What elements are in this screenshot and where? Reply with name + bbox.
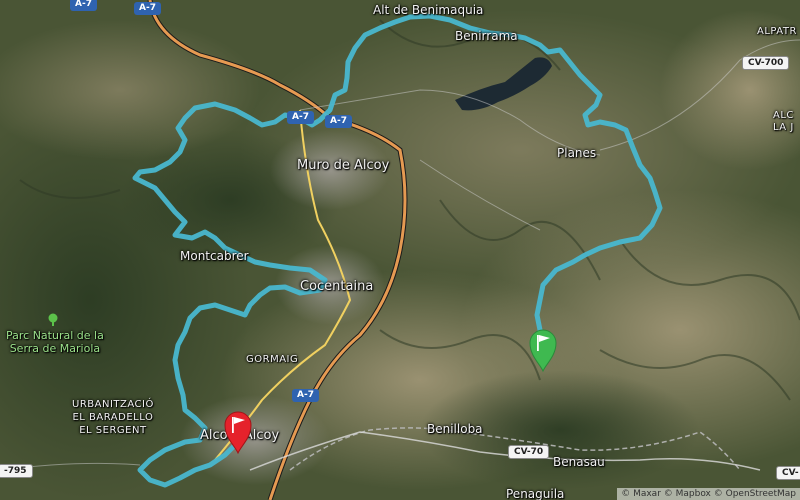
place-alcala: ALC LA J [773,110,794,133]
road-shield-cv70: CV-70 [508,445,550,459]
place-parc-natural: Parc Natural de la Serra de Mariola [6,329,104,355]
place-planes: Planes [557,146,597,160]
route-start-marker[interactable] [528,328,558,376]
satellite-map[interactable]: Alt de Benimaquia Benirrama ALPATR ALC L… [0,0,800,500]
place-gormaig: GORMAIG [246,354,299,365]
place-benirrama: Benirrama [455,29,518,43]
place-benilloba: Benilloba [427,422,483,436]
place-alt-de-benimaquia: Alt de Benimaquia [373,3,484,17]
road-shield-a7: A-7 [70,0,97,11]
road-shield-a7: A-7 [325,115,352,128]
map-attribution[interactable]: © Maxar © Mapbox © OpenStreetMap [617,488,800,500]
road-shield-a7: A-7 [292,389,319,402]
road-shield-cv795: -795 [0,464,33,478]
place-benasau: Benasau [553,455,605,469]
place-penaguila: Penaguila [506,487,565,500]
road-shield-a7: A-7 [134,2,161,15]
place-alpatro: ALPATR [757,26,797,37]
flag-icon [224,411,252,455]
place-muro-de-alcoy: Muro de Alcoy [297,158,390,173]
place-cocentaina: Cocentaina [300,279,374,294]
flag-icon [529,329,557,373]
road-shield-a7: A-7 [287,111,314,124]
road-shield-cv700: CV-700 [742,56,790,70]
road-shield-cv: CV- [776,466,800,480]
place-montcabrer: Montcabrer [180,249,249,263]
place-urbanitzacio: URBANITZACIÓ EL BARADELLO EL SERGENT [72,399,154,436]
route-finish-marker[interactable] [223,410,253,458]
